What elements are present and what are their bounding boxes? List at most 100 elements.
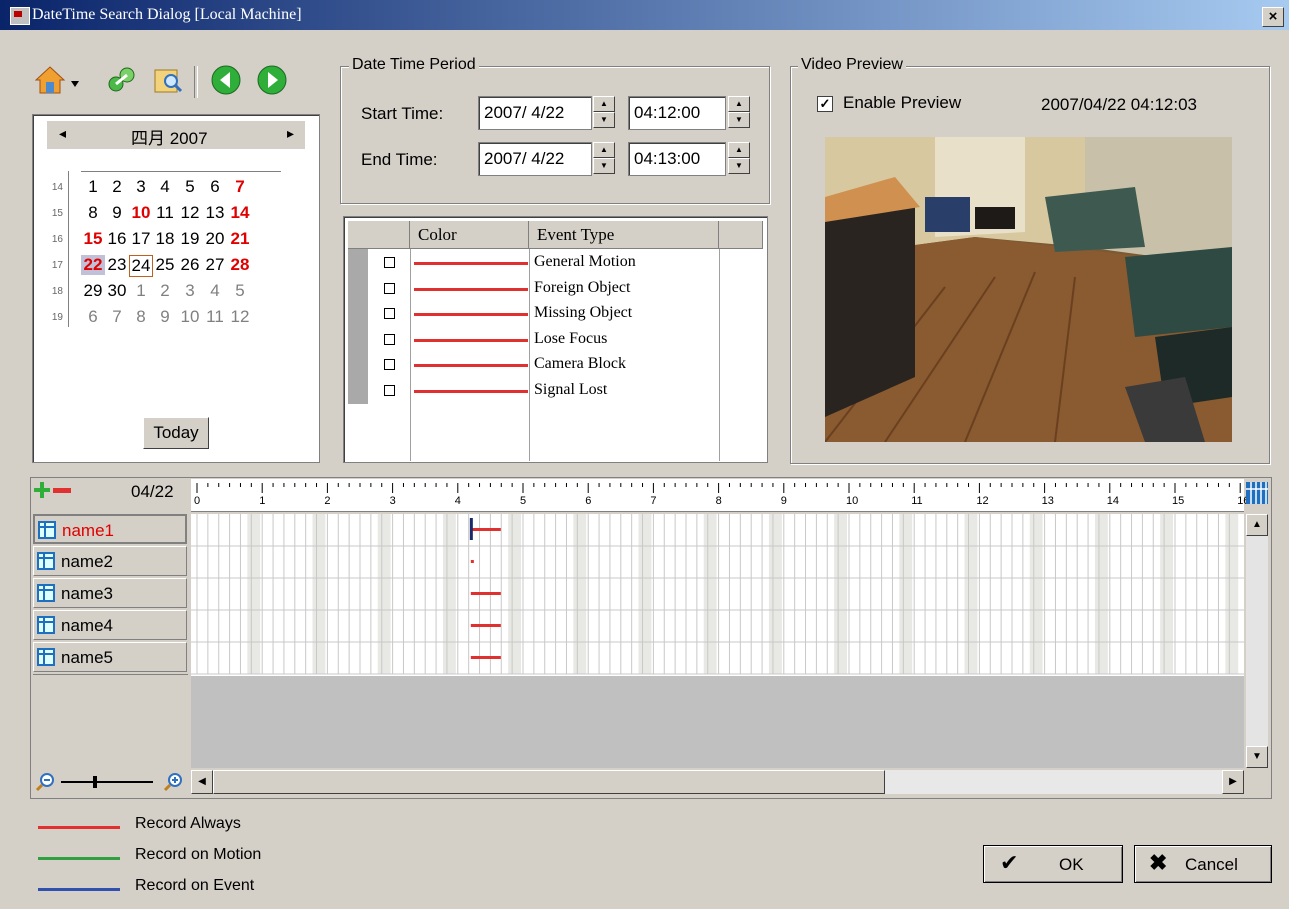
calendar-day[interactable]: 1 [129,281,153,301]
calendar-day-today[interactable]: 24 [129,255,153,277]
calendar-day[interactable]: 14 [228,203,252,223]
record-segment[interactable] [470,528,501,531]
grid-view-icon[interactable] [1246,482,1268,504]
calendar-day[interactable]: 10 [129,203,153,223]
calendar-day[interactable]: 29 [81,281,105,301]
scroll-right-button[interactable]: ▶ [1222,770,1244,794]
calendar-day[interactable]: 3 [129,177,153,197]
calendar-day[interactable]: 11 [203,307,227,327]
calendar-prev-month-button[interactable]: ◂ [59,125,66,142]
event-checkbox[interactable] [384,384,395,396]
calendar-day[interactable]: 8 [129,307,153,327]
scroll-left-button[interactable]: ◀ [191,770,213,794]
week-number: 15 [51,208,63,219]
end-date-spinner[interactable]: ▲ ▼ [593,142,615,176]
scroll-up-button[interactable]: ▲ [1246,514,1268,536]
calendar-day[interactable]: 4 [203,281,227,301]
calendar-day[interactable]: 25 [153,255,177,275]
calendar-day[interactable]: 27 [203,255,227,275]
calendar-day[interactable]: 4 [153,177,177,197]
horizontal-scroll-thumb[interactable] [213,770,885,794]
calendar-day[interactable]: 8 [81,203,105,223]
camera-row[interactable]: name3 [33,578,187,608]
event-checkbox[interactable] [384,282,395,294]
end-date-field[interactable]: 2007/ 4/22 [478,142,592,176]
calendar-day[interactable]: 9 [153,307,177,327]
playhead-marker[interactable] [469,518,473,540]
start-date-field[interactable]: 2007/ 4/22 [478,96,592,130]
calendar-day[interactable]: 30 [105,281,129,301]
ok-button[interactable]: ✔ OK [983,845,1123,883]
close-button[interactable]: × [1262,7,1284,27]
week-number: 18 [51,286,63,297]
network-icon[interactable] [106,64,138,96]
scroll-down-button[interactable]: ▼ [1246,746,1268,768]
calendar-day[interactable]: 19 [178,229,202,249]
calendar-day[interactable]: 12 [228,307,252,327]
calendar-day[interactable]: 16 [105,229,129,249]
horizontal-scrollbar[interactable]: ◀ ▶ [191,770,1244,794]
event-checkbox[interactable] [384,308,395,319]
calendar-day[interactable]: 7 [105,307,129,327]
zoom-in-icon[interactable] [163,772,183,792]
record-segment[interactable] [470,624,501,627]
remove-camera-icon[interactable] [53,488,71,493]
record-segment[interactable] [470,560,474,563]
calendar-day[interactable]: 20 [203,229,227,249]
zoom-out-icon[interactable] [35,772,55,792]
start-time-spinner[interactable]: ▲ ▼ [728,96,750,130]
event-checkbox[interactable] [384,359,395,370]
event-checkbox[interactable] [384,333,395,345]
start-time-field[interactable]: 04:12:00 [628,96,726,130]
camera-row[interactable]: name5 [33,642,187,672]
end-time-field[interactable]: 04:13:00 [628,142,726,176]
calendar-day[interactable]: 2 [153,281,177,301]
calendar-day[interactable]: 13 [203,203,227,223]
calendar-day[interactable]: 17 [129,229,153,249]
calendar-day[interactable]: 26 [178,255,202,275]
calendar-day[interactable]: 28 [228,255,252,275]
calendar-day[interactable]: 6 [203,177,227,197]
calendar-day[interactable]: 2 [105,177,129,197]
dropdown-arrow-icon[interactable] [70,80,80,88]
calendar-day-selected[interactable]: 22 [81,255,105,275]
calendar-day[interactable]: 12 [178,203,202,223]
zoom-thumb[interactable] [93,776,97,788]
calendar-day[interactable]: 5 [178,177,202,197]
zoom-slider[interactable] [33,770,188,794]
enable-preview-checkbox[interactable]: ✓ [817,96,833,112]
today-button[interactable]: Today [143,417,209,449]
calendar-day[interactable]: 6 [81,307,105,327]
calendar-day[interactable]: 9 [105,203,129,223]
home-icon[interactable] [34,64,66,96]
calendar-day[interactable]: 15 [81,229,105,249]
previous-icon[interactable] [210,64,242,96]
camera-row[interactable]: name4 [33,610,187,640]
calendar-day[interactable]: 1 [81,177,105,197]
vertical-scrollbar[interactable]: ▲ ▼ [1246,514,1268,768]
add-camera-icon[interactable] [34,482,50,498]
cancel-button[interactable]: ✖ Cancel [1134,845,1272,883]
calendar-next-month-button[interactable]: ▸ [287,125,294,142]
timeline-grid-lines [191,514,1244,675]
calendar-day[interactable]: 18 [153,229,177,249]
camera-row[interactable]: name2 [33,546,187,576]
calendar-day[interactable]: 11 [153,203,177,223]
hour-band [1094,514,1108,674]
calendar-day[interactable]: 21 [228,229,252,249]
calendar-day[interactable]: 10 [178,307,202,327]
event-checkbox[interactable] [384,257,395,268]
record-segment[interactable] [470,592,501,595]
calendar-day[interactable]: 7 [228,177,252,197]
search-folder-icon[interactable] [152,64,184,96]
end-time-spinner[interactable]: ▲ ▼ [728,142,750,176]
record-segment[interactable] [470,656,501,659]
calendar-day[interactable]: 5 [228,281,252,301]
calendar-day[interactable]: 3 [178,281,202,301]
calendar-day[interactable]: 23 [105,255,129,275]
ruler-hour-label: 5 [520,495,527,507]
next-icon[interactable] [256,64,288,96]
start-date-spinner[interactable]: ▲ ▼ [593,96,615,130]
camera-row[interactable]: name1 [33,514,187,544]
ruler-hour-label: 1 [259,495,266,507]
